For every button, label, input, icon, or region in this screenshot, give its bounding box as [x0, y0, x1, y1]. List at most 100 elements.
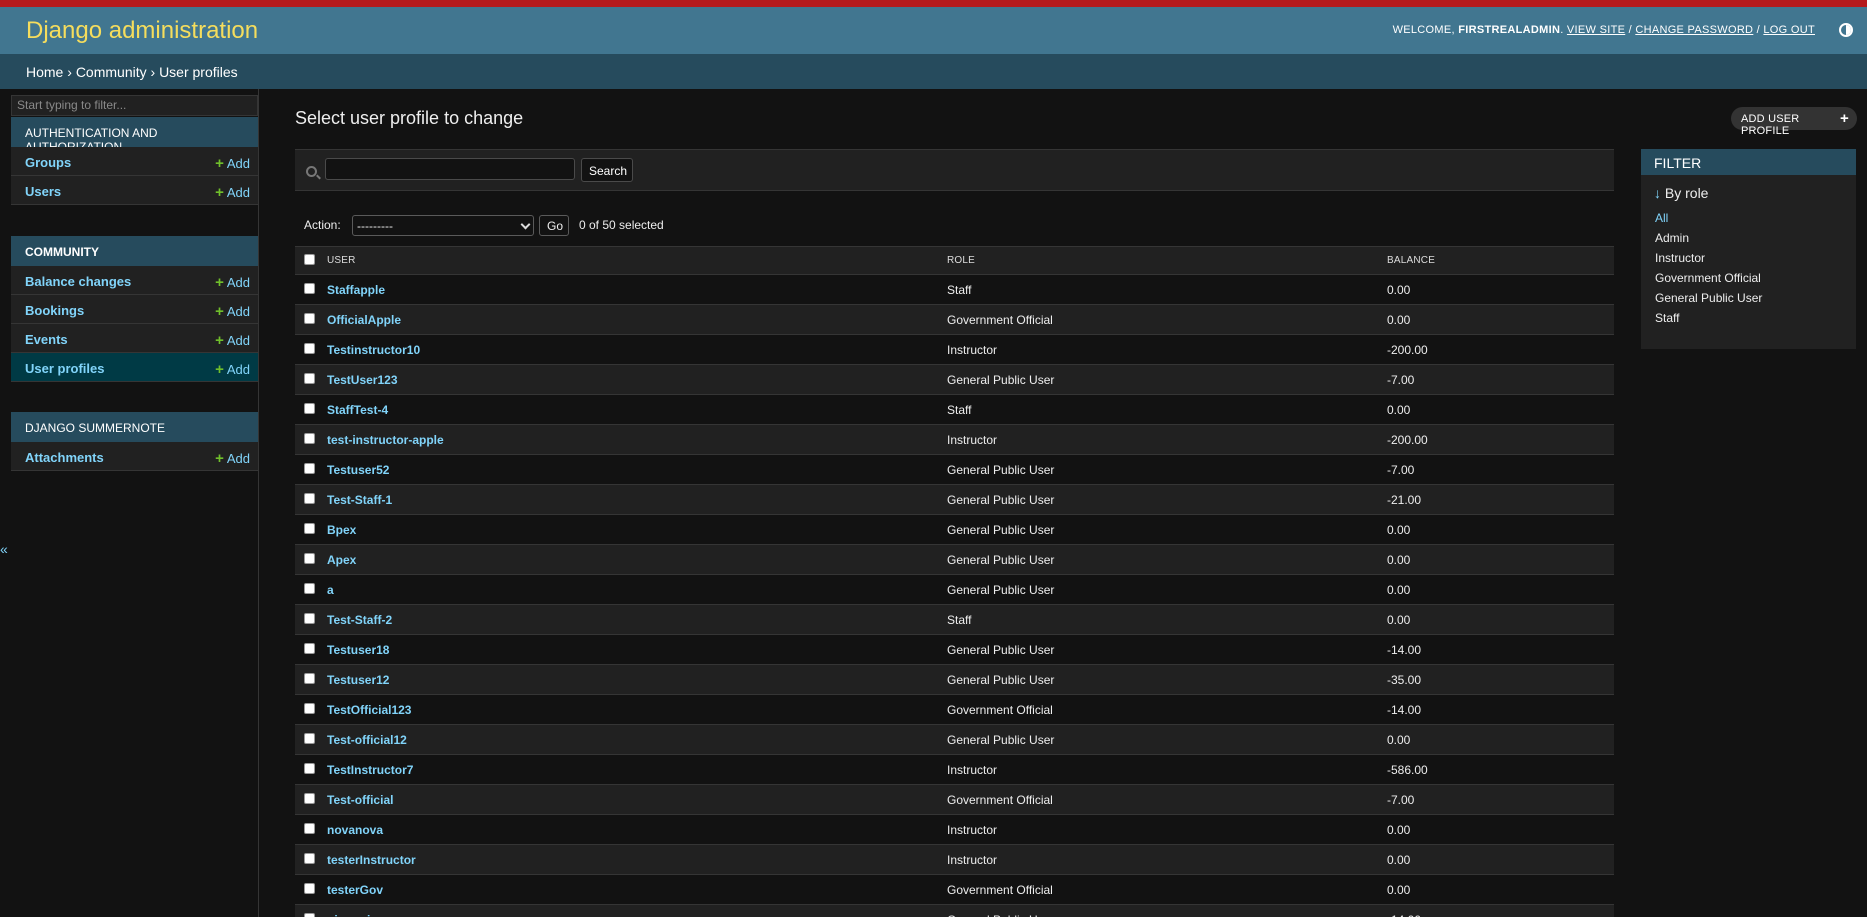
user-link[interactable]: testerInstructor	[321, 844, 941, 875]
select-all-checkbox[interactable]	[304, 253, 315, 265]
sidebar-item-label[interactable]: Events	[25, 332, 68, 347]
user-link[interactable]: Bpex	[321, 514, 941, 545]
row-checkbox[interactable]	[304, 912, 315, 917]
row-checkbox[interactable]	[304, 612, 315, 624]
module-caption[interactable]: COMMUNITY	[11, 236, 258, 266]
go-button[interactable]: Go	[539, 215, 569, 236]
sidebar-item-label[interactable]: Attachments	[25, 450, 104, 465]
user-link[interactable]: Testuser52	[321, 454, 941, 485]
row-checkbox[interactable]	[304, 792, 315, 804]
theme-toggle-icon[interactable]	[1839, 23, 1853, 37]
sidebar-item-attachments[interactable]: Attachments + Add	[11, 442, 258, 471]
user-link[interactable]: OfficialApple	[321, 304, 941, 335]
user-link[interactable]: StaffTest-4	[321, 394, 941, 425]
user-link[interactable]: Test-Staff-1	[321, 484, 941, 515]
user-link[interactable]: Testuser12	[321, 664, 941, 695]
filter-option[interactable]: Staff	[1655, 311, 1842, 331]
module-caption[interactable]: DJANGO SUMMERNOTE	[11, 412, 258, 442]
column-header-role[interactable]: ROLE	[941, 246, 1381, 275]
nav-filter-input[interactable]: Start typing to filter...	[11, 95, 258, 116]
log-out-link[interactable]: LOG OUT	[1763, 24, 1815, 36]
row-checkbox[interactable]	[304, 282, 315, 294]
row-checkbox[interactable]	[304, 552, 315, 564]
user-link[interactable]: TestOfficial123	[321, 694, 941, 725]
user-link[interactable]: Testinstructor10	[321, 334, 941, 365]
module-caption[interactable]: AUTHENTICATION AND AUTHORIZATION	[11, 117, 258, 154]
filter-option[interactable]: Instructor	[1655, 251, 1842, 271]
row-checkbox-cell	[295, 544, 321, 575]
row-checkbox[interactable]	[304, 402, 315, 414]
user-link[interactable]: Apex	[321, 544, 941, 575]
sidebar-item-users[interactable]: Users + Add	[11, 176, 258, 205]
role-cell: General Public User	[941, 904, 1381, 917]
sidebar-item-bookings[interactable]: Bookings + Add	[11, 295, 258, 324]
view-site-link[interactable]: VIEW SITE	[1567, 24, 1625, 36]
row-checkbox[interactable]	[304, 492, 315, 504]
breadcrumb-home[interactable]: Home	[26, 64, 63, 80]
sidebar-item-label[interactable]: User profiles	[25, 361, 104, 376]
user-link[interactable]: Test-official12	[321, 724, 941, 755]
add-bookings-link[interactable]: + Add	[215, 303, 250, 320]
filter-option[interactable]: Government Official	[1655, 271, 1842, 291]
role-cell: General Public User	[941, 544, 1381, 575]
column-header-user[interactable]: USER	[321, 246, 941, 275]
row-checkbox[interactable]	[304, 582, 315, 594]
filter-heading[interactable]: ↓ By role	[1641, 175, 1856, 207]
add-attachments-link[interactable]: + Add	[215, 450, 250, 467]
row-checkbox[interactable]	[304, 822, 315, 834]
row-checkbox[interactable]	[304, 882, 315, 894]
user-link[interactable]: test-instructor-apple	[321, 424, 941, 455]
add-events-link[interactable]: + Add	[215, 332, 250, 349]
user-link[interactable]: pippopipo	[321, 904, 941, 917]
filter-option[interactable]: All	[1655, 211, 1842, 231]
add-user-profile-button[interactable]: ADD USER PROFILE +	[1731, 107, 1857, 137]
column-header-balance[interactable]: BALANCE	[1381, 246, 1614, 275]
row-checkbox[interactable]	[304, 342, 315, 354]
user-link[interactable]: Testuser18	[321, 634, 941, 665]
row-checkbox[interactable]	[304, 762, 315, 774]
row-checkbox[interactable]	[304, 642, 315, 654]
sidebar-item-events[interactable]: Events + Add	[11, 324, 258, 353]
user-link[interactable]: Test-official	[321, 784, 941, 815]
add-balance-changes-link[interactable]: + Add	[215, 274, 250, 291]
search-button[interactable]: Search	[581, 158, 633, 182]
user-link[interactable]: TestInstructor7	[321, 754, 941, 785]
sidebar-item-groups[interactable]: Groups + Add	[11, 147, 258, 176]
row-checkbox[interactable]	[304, 672, 315, 684]
row-checkbox[interactable]	[304, 312, 315, 324]
user-link[interactable]: Staffapple	[321, 274, 941, 305]
row-checkbox-cell	[295, 634, 321, 665]
sort-down-icon: ↓	[1654, 185, 1661, 201]
row-checkbox[interactable]	[304, 732, 315, 744]
row-checkbox[interactable]	[304, 852, 315, 864]
user-link[interactable]: testerGov	[321, 874, 941, 905]
search-input[interactable]	[325, 158, 575, 180]
row-checkbox[interactable]	[304, 372, 315, 384]
row-checkbox[interactable]	[304, 522, 315, 534]
user-link[interactable]: novanova	[321, 814, 941, 845]
change-password-link[interactable]: CHANGE PASSWORD	[1635, 24, 1753, 36]
breadcrumb-community[interactable]: Community	[76, 64, 147, 80]
sidebar-item-user-profiles[interactable]: User profiles + Add	[11, 353, 258, 382]
collapse-sidebar-icon[interactable]: «	[0, 541, 8, 557]
row-checkbox-cell	[295, 304, 321, 335]
row-checkbox[interactable]	[304, 432, 315, 444]
add-users-link[interactable]: + Add	[215, 184, 250, 201]
user-link[interactable]: a	[321, 574, 941, 605]
sidebar-item-label[interactable]: Groups	[25, 155, 71, 170]
row-checkbox[interactable]	[304, 702, 315, 714]
sidebar-item-label[interactable]: Users	[25, 184, 61, 199]
site-branding[interactable]: Django administration	[26, 17, 258, 45]
balance-cell: 0.00	[1381, 274, 1614, 305]
user-link[interactable]: Test-Staff-2	[321, 604, 941, 635]
filter-option[interactable]: General Public User	[1655, 291, 1842, 311]
sidebar-item-balance-changes[interactable]: Balance changes + Add	[11, 266, 258, 295]
filter-option[interactable]: Admin	[1655, 231, 1842, 251]
add-user-profiles-link[interactable]: + Add	[215, 361, 250, 378]
sidebar-item-label[interactable]: Bookings	[25, 303, 84, 318]
sidebar-item-label[interactable]: Balance changes	[25, 274, 131, 289]
action-select[interactable]: ---------	[352, 215, 534, 236]
user-link[interactable]: TestUser123	[321, 364, 941, 395]
row-checkbox[interactable]	[304, 462, 315, 474]
add-groups-link[interactable]: + Add	[215, 155, 250, 172]
